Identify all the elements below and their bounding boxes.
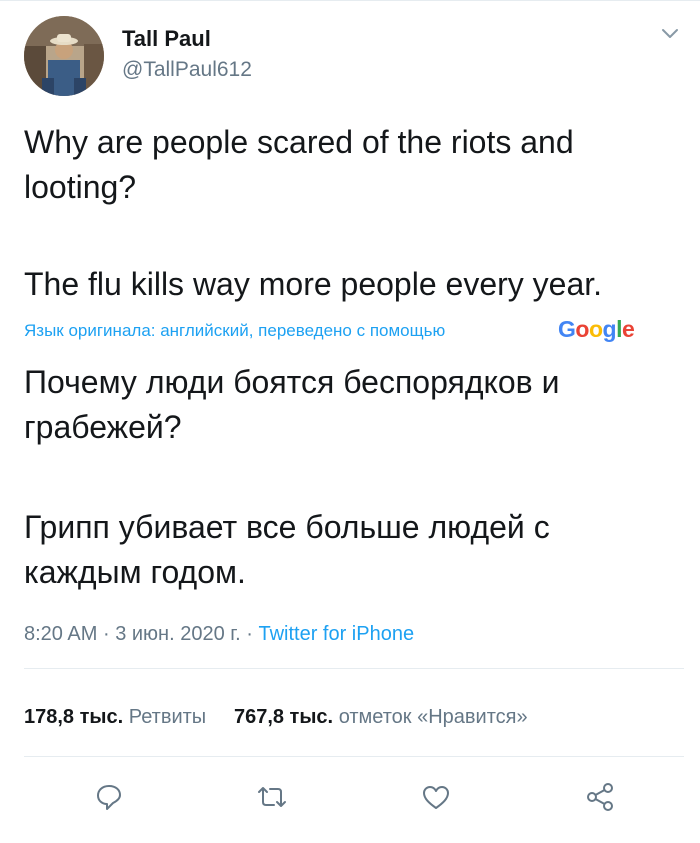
tweet-time: 8:20 AM (24, 623, 98, 645)
tweet-meta: 8:20 AM · 3 июн. 2020 г. · Twitter for i… (24, 623, 414, 646)
reply-icon (97, 785, 121, 810)
tweet-text-translated-2: Грипп убивает все больше людей с каждым … (24, 509, 550, 590)
meta-separator: · (102, 623, 110, 645)
likes-label: отметок «Нравится» (338, 706, 528, 728)
retweets-count: 178,8 тыс. (24, 706, 124, 728)
chevron-down-icon[interactable] (660, 26, 680, 42)
retweets-label: Ретвиты (128, 706, 207, 728)
translation-note: Язык оригинала: английский, переведено с… (24, 321, 446, 340)
tweet-text-original-2: The flu kills way more people every year… (24, 266, 603, 302)
avatar-photo (24, 16, 104, 96)
tweet-date[interactable]: 3 июн. 2020 г. (115, 623, 240, 645)
top-divider (0, 0, 700, 1)
tweet-stats: 178,8 тыс. Ретвиты 767,8 тыс. отметок «Н… (24, 706, 528, 729)
tweet-text-translated-1: Почему люди боятся беспорядков и грабеже… (24, 364, 560, 445)
reply-button[interactable] (92, 780, 126, 814)
retweet-icon (258, 787, 286, 807)
likes-stat[interactable]: 767,8 тыс. отметок «Нравится» (234, 706, 528, 728)
user-handle[interactable]: @TallPaul612 (122, 58, 252, 82)
share-icon (587, 783, 613, 811)
meta-separator: · (246, 623, 253, 645)
retweet-button[interactable] (255, 780, 289, 814)
user-name[interactable]: Tall Paul (122, 26, 211, 52)
heart-icon (423, 786, 449, 809)
retweets-stat[interactable]: 178,8 тыс. Ретвиты (24, 706, 206, 728)
google-logo: Google (558, 316, 635, 342)
avatar[interactable] (24, 16, 104, 96)
tweet-text-original-1: Why are people scared of the riots and l… (24, 124, 574, 205)
tweet-source[interactable]: Twitter for iPhone (258, 623, 414, 645)
divider (24, 668, 684, 669)
like-button[interactable] (419, 780, 453, 814)
likes-count: 767,8 тыс. (233, 706, 334, 728)
divider (24, 756, 684, 757)
share-button[interactable] (583, 780, 617, 814)
